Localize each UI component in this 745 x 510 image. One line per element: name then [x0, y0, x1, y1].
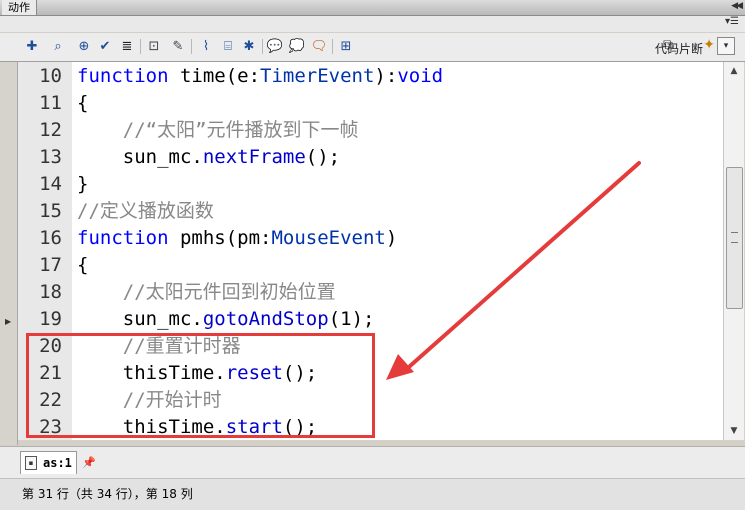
annotation-arrow-shaft [408, 161, 641, 368]
annotation-arrow [386, 161, 641, 380]
